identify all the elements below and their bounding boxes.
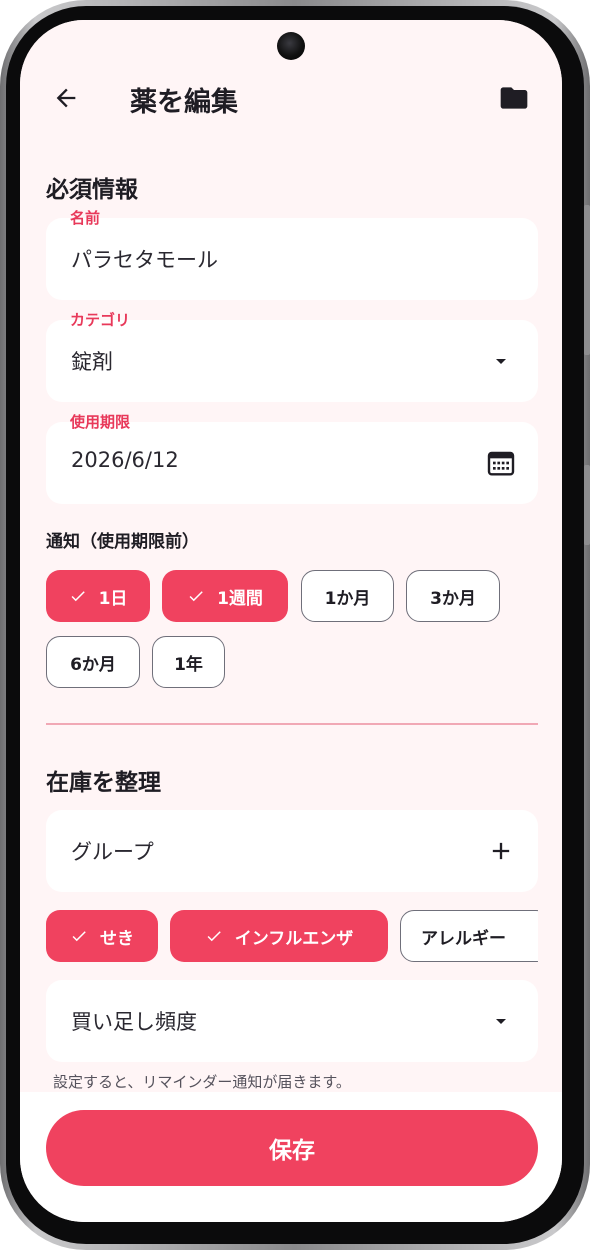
group-field[interactable]: グループ bbox=[46, 810, 538, 892]
check-icon bbox=[187, 587, 205, 605]
arrow-left-icon bbox=[52, 84, 80, 116]
page-title: 薬を編集 bbox=[130, 87, 238, 118]
phone-frame: 薬を編集 必須情報 パラセタモール 名前 錠剤 カテゴリ 2026/6/12 使… bbox=[0, 0, 590, 1250]
chip-label: 6か月 bbox=[70, 654, 116, 675]
notify-chip-1-year[interactable]: 1年 bbox=[152, 636, 225, 688]
required-section-title: 必須情報 bbox=[46, 177, 138, 203]
name-label: 名前 bbox=[70, 209, 101, 227]
dropdown-arrow-icon bbox=[484, 1004, 518, 1038]
chip-label: 1年 bbox=[174, 654, 203, 675]
chip-label: インフルエンザ bbox=[234, 928, 354, 949]
chip-label: 1週間 bbox=[217, 588, 263, 609]
group-chip-cough[interactable]: せき bbox=[46, 910, 158, 962]
check-icon bbox=[205, 927, 223, 945]
chip-label: 1日 bbox=[98, 588, 128, 609]
notify-label: 通知（使用期限前） bbox=[46, 532, 199, 552]
check-icon bbox=[70, 927, 88, 945]
notify-chip-6-months[interactable]: 6か月 bbox=[46, 636, 140, 688]
category-label: カテゴリ bbox=[70, 311, 131, 329]
group-label: グループ bbox=[71, 840, 154, 864]
folder-button[interactable] bbox=[496, 82, 532, 118]
refill-frequency-select[interactable]: 買い足し頻度 bbox=[46, 980, 538, 1062]
chip-label: アレルギー bbox=[421, 928, 506, 949]
category-value: 錠剤 bbox=[71, 350, 113, 374]
back-button[interactable] bbox=[48, 82, 84, 118]
category-select[interactable]: 錠剤 bbox=[46, 320, 538, 402]
notify-chip-1-month[interactable]: 1か月 bbox=[301, 570, 394, 622]
expiry-value: 2026/6/12 bbox=[71, 448, 179, 472]
notify-chip-1-week[interactable]: 1週間 bbox=[162, 570, 288, 622]
helper-text: 設定すると、リマインダー通知が届きます。 bbox=[53, 1073, 351, 1091]
app-screen: 薬を編集 必須情報 パラセタモール 名前 錠剤 カテゴリ 2026/6/12 使… bbox=[20, 20, 562, 1222]
section-divider bbox=[46, 723, 538, 725]
calendar-icon[interactable] bbox=[484, 446, 518, 480]
chip-label: せき bbox=[100, 928, 134, 949]
group-chip-row: せき インフルエンザ アレルギー bbox=[20, 900, 538, 970]
refill-frequency-label: 買い足し頻度 bbox=[71, 1010, 197, 1034]
chip-label: 3か月 bbox=[430, 588, 476, 609]
name-value: パラセタモール bbox=[71, 248, 218, 272]
notify-chip-3-months[interactable]: 3か月 bbox=[406, 570, 500, 622]
volume-button bbox=[584, 205, 590, 355]
expiry-label: 使用期限 bbox=[70, 413, 131, 431]
front-camera bbox=[277, 32, 305, 60]
group-chip-influenza[interactable]: インフルエンザ bbox=[170, 910, 388, 962]
expiry-date-field[interactable]: 2026/6/12 bbox=[46, 422, 538, 504]
chip-label: 1か月 bbox=[324, 588, 371, 609]
name-field[interactable]: パラセタモール bbox=[46, 218, 538, 300]
power-button bbox=[584, 465, 590, 545]
dropdown-arrow-icon bbox=[484, 344, 518, 378]
folder-icon bbox=[498, 82, 530, 118]
inventory-section-title: 在庫を整理 bbox=[46, 770, 161, 796]
check-icon bbox=[69, 587, 87, 605]
group-chip-allergy[interactable]: アレルギー bbox=[400, 910, 538, 962]
plus-icon[interactable] bbox=[484, 834, 518, 868]
save-button[interactable]: 保存 bbox=[46, 1110, 538, 1186]
notify-chip-1-day[interactable]: 1日 bbox=[46, 570, 150, 622]
